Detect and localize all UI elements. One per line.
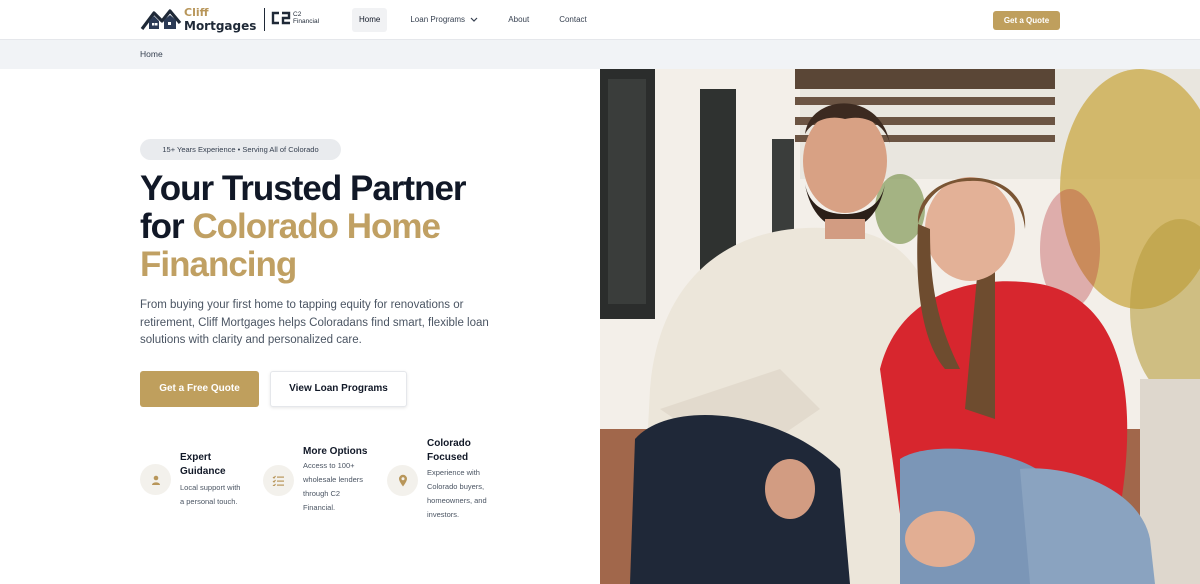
view-loan-programs-button[interactable]: View Loan Programs (270, 371, 407, 407)
person-icon (140, 464, 171, 495)
breadcrumb-home[interactable]: Home (140, 49, 163, 59)
get-a-quote-button[interactable]: Get a Quote (993, 11, 1060, 30)
feature-description: Local support with a personal touch. (180, 481, 240, 509)
partner-name-line1: C2 (293, 11, 302, 18)
get-free-quote-button[interactable]: Get a Free Quote (140, 371, 259, 407)
brand-name-line2: Mortgages (184, 19, 257, 33)
brand-name-line1: Cliff (184, 6, 209, 19)
feature-description: Experience with Colorado buyers, homeown… (427, 466, 487, 522)
feature-colorado-focused: Colorado Focused Experience with Colorad… (387, 437, 507, 523)
feature-title: More Options (303, 446, 368, 457)
breadcrumb: Home (0, 40, 1200, 69)
headline-accent-1: Colorado Home (192, 207, 441, 246)
feature-desc-line: Access to 100+ (303, 461, 355, 470)
feature-title-line: Colorado (427, 438, 471, 449)
feature-desc-line: Financial. (303, 503, 336, 512)
headline-accent-2: Financing (140, 245, 297, 284)
feature-title-line: Focused (427, 452, 469, 463)
nav-loan-programs-label: Loan Programs (410, 15, 466, 24)
feature-title-line: Expert (180, 452, 212, 463)
nav-about[interactable]: About (501, 8, 536, 32)
nav-contact[interactable]: Contact (552, 8, 594, 32)
feature-desc-line: wholesale lenders (303, 475, 364, 484)
feature-desc-line: Experience with (427, 468, 480, 477)
hero-headline: Your Trusted Partner for Colorado Home F… (140, 170, 580, 284)
brand-logo[interactable]: Cliff Mortgages C2 Financial (140, 7, 325, 33)
feature-desc-line: through C2 (303, 489, 341, 498)
hero-subtext: From buying your first home to tapping e… (140, 299, 489, 346)
checklist-icon (263, 465, 294, 496)
feature-desc-line: investors. (427, 510, 460, 519)
couple-photo-illustration (600, 69, 1200, 584)
feature-desc-line: Colorado buyers, (427, 482, 485, 491)
feature-more-options: More Options Access to 100+ wholesale le… (263, 445, 378, 517)
feature-title: Colorado Focused (427, 437, 471, 465)
partner-name: C2 Financial (293, 11, 319, 25)
logo-divider (264, 8, 265, 31)
feature-desc-line: Local support with (180, 483, 241, 492)
experience-badge: 15+ Years Experience • Serving All of Co… (140, 139, 341, 160)
feature-desc-line: a personal touch. (180, 497, 238, 506)
nav-loan-programs[interactable]: Loan Programs (403, 8, 485, 32)
location-pin-icon (387, 465, 418, 496)
chevron-down-icon (470, 17, 478, 22)
feature-expert-guidance: Expert Guidance Local support with a per… (140, 451, 255, 511)
headline-line2-plain: for (140, 207, 185, 246)
partner-name-line2: Financial (293, 18, 320, 25)
site-header: Cliff Mortgages C2 Financial Home Loan P… (0, 0, 1200, 40)
main-nav: Home Loan Programs About Contact (352, 8, 610, 32)
feature-desc-line: homeowners, and (427, 496, 487, 505)
hero-photo (600, 69, 1200, 584)
feature-description: Access to 100+ wholesale lenders through… (303, 459, 363, 515)
brand-name: Cliff Mortgages (184, 6, 257, 33)
nav-home[interactable]: Home (352, 8, 388, 32)
house-logo-icon (140, 9, 182, 30)
c2-logo-icon (271, 11, 291, 25)
headline-line1: Your Trusted Partner (140, 169, 467, 208)
feature-title: Expert Guidance (180, 451, 226, 479)
feature-title-line: Guidance (180, 466, 226, 477)
